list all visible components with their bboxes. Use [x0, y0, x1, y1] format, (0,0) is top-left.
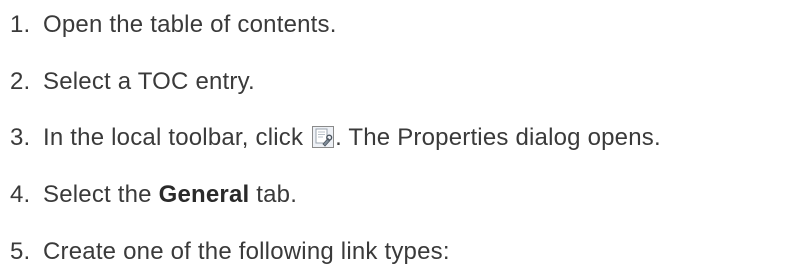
step-text-after: tab.	[249, 181, 298, 208]
step-number: 1.	[10, 11, 31, 38]
step-text: Select a TOC entry.	[43, 68, 255, 95]
step-5: 5. Create one of the following link type…	[0, 232, 450, 272]
step-text: In the local toolbar, click . The Proper…	[43, 124, 661, 152]
step-number: 2.	[10, 68, 31, 95]
step-3: 3. In the local toolbar, click . The Pro…	[0, 118, 661, 158]
step-2: 2. Select a TOC entry.	[0, 62, 255, 102]
properties-icon	[312, 126, 335, 148]
step-4: 4. Select the General tab.	[0, 175, 297, 215]
step-number: 3.	[10, 124, 31, 151]
step-text: Open the table of contents.	[43, 11, 337, 38]
step-1: 1. Open the table of contents.	[0, 5, 337, 45]
step-number: 5.	[10, 238, 31, 265]
step-text: Select the General tab.	[43, 181, 297, 209]
step-text: Create one of the following link types:	[43, 238, 450, 265]
step-text-before: Select the	[43, 181, 159, 208]
general-tab-label: General	[158, 181, 250, 208]
step-text-before: In the local toolbar, click	[43, 124, 311, 151]
step-number: 4.	[10, 181, 31, 208]
step-text-after: . The Properties dialog opens.	[335, 124, 661, 151]
